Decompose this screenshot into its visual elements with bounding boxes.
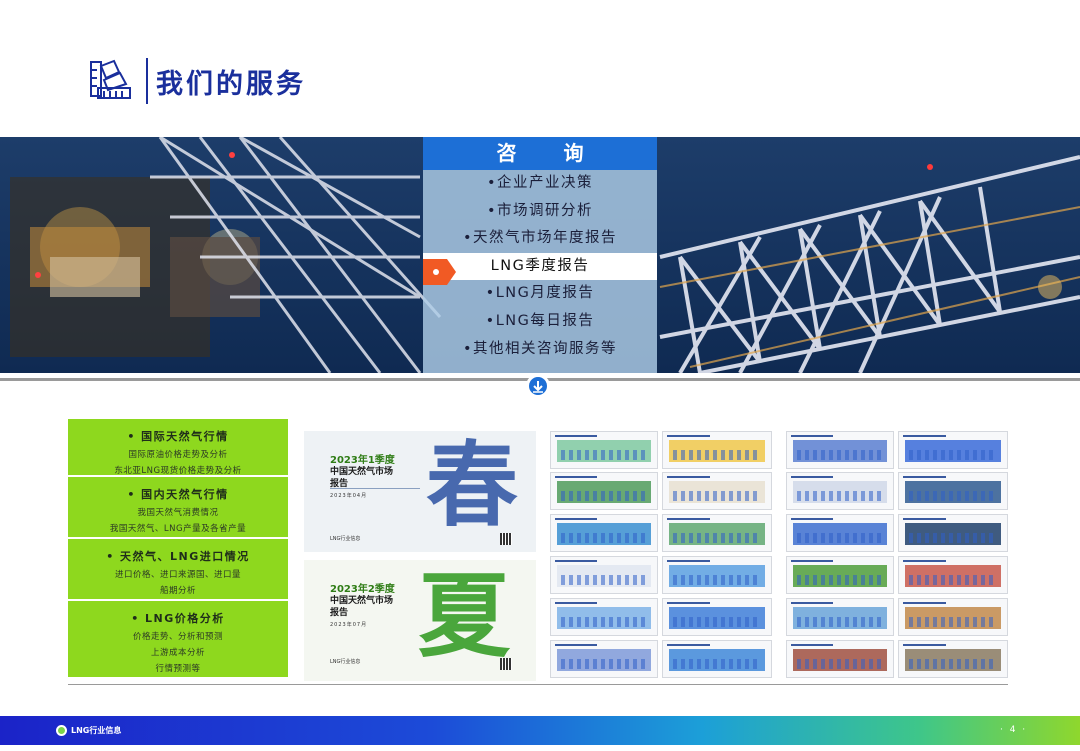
- report-page-thumbnail[interactable]: [550, 431, 658, 469]
- cover-brand: LNG行业信息: [330, 536, 361, 542]
- category-title: • 国际天然气行情: [127, 430, 229, 443]
- consult-menu-item[interactable]: •市场调研分析: [423, 198, 657, 226]
- category-price: • LNG价格分析 价格走势、分析和预测 上游成本分析 行情预测等: [68, 601, 288, 677]
- report-page-thumbnail[interactable]: [662, 556, 772, 594]
- page-title: 我们的服务: [156, 69, 306, 100]
- report-page-thumbnail[interactable]: [898, 431, 1008, 469]
- services-icon: [88, 58, 132, 102]
- category-line: 我国天然气、LNG产量及各省产量: [109, 524, 247, 534]
- consult-menu-item-active[interactable]: LNG季度报告: [423, 252, 657, 281]
- report-page-thumbnail[interactable]: [898, 640, 1008, 678]
- report-cover-q2[interactable]: 2023年2季度 中国天然气市场 报告 2023年07月 夏 LNG行业信息: [304, 560, 536, 681]
- category-domestic: • 国内天然气行情 我国天然气消费情况 我国天然气、LNG产量及各省产量: [68, 477, 288, 537]
- consult-menu-item[interactable]: •LNG月度报告: [423, 280, 657, 308]
- cover-brand: LNG行业信息: [330, 659, 361, 665]
- report-page-thumbnail[interactable]: [550, 472, 658, 510]
- footer-bar: LNG行业信息 · 4 ·: [0, 716, 1080, 745]
- category-line: 行情预测等: [155, 664, 201, 674]
- report-page-thumbnail[interactable]: [898, 514, 1008, 552]
- consult-menu-item[interactable]: •其他相关咨询服务等: [423, 336, 657, 364]
- report-page-thumbnail[interactable]: [898, 598, 1008, 636]
- category-international: • 国际天然气行情 国际原油价格走势及分析 东北亚LNG现货价格走势及分析: [68, 419, 288, 476]
- page-number: · 4 ·: [1000, 725, 1028, 735]
- down-arrow-icon: [526, 374, 550, 398]
- cover-date: 2023年04月: [330, 493, 368, 499]
- report-page-thumbnail[interactable]: [786, 431, 894, 469]
- report-page-thumbnail[interactable]: [786, 472, 894, 510]
- report-page-thumbnail[interactable]: [662, 431, 772, 469]
- category-imports: • 天然气、LNG进口情况 进口价格、进口来源国、进口量 船期分析: [68, 539, 288, 599]
- report-page-thumbnail[interactable]: [550, 556, 658, 594]
- report-page-thumbnail[interactable]: [662, 598, 772, 636]
- report-page-thumbnail[interactable]: [662, 514, 772, 552]
- cover-divider: [330, 488, 420, 489]
- footer-brand: LNG行业信息: [71, 726, 122, 735]
- qr-code-icon: [500, 533, 512, 545]
- cover-summer-character: 夏: [418, 562, 511, 670]
- report-page-thumbnail[interactable]: [662, 472, 772, 510]
- category-line: 东北亚LNG现货价格走势及分析: [114, 466, 242, 476]
- consult-menu-item[interactable]: •天然气市场年度报告: [423, 225, 657, 253]
- report-page-thumbnail[interactable]: [550, 598, 658, 636]
- consult-menu-item[interactable]: •企业产业决策: [423, 170, 657, 198]
- report-page-thumbnail[interactable]: [898, 556, 1008, 594]
- logo-icon: [56, 725, 67, 736]
- report-page-thumbnail[interactable]: [550, 514, 658, 552]
- cover-title: 报告: [330, 608, 349, 618]
- qr-code-icon: [500, 658, 512, 670]
- category-line: 船期分析: [159, 586, 196, 596]
- consult-menu: 咨 询 •企业产业决策 •市场调研分析 •天然气市场年度报告 LNG季度报告 •…: [423, 137, 657, 373]
- report-cover-q1[interactable]: 2023年1季度 中国天然气市场 报告 2023年04月 春 LNG行业信息: [304, 431, 536, 552]
- service-categories: • 国际天然气行情 国际原油价格走势及分析 东北亚LNG现货价格走势及分析 • …: [68, 419, 288, 677]
- report-page-thumbnail[interactable]: [786, 640, 894, 678]
- category-title: • 天然气、LNG进口情况: [106, 550, 250, 563]
- consult-menu-title: 咨 询: [423, 137, 657, 170]
- category-line: 价格走势、分析和预测: [132, 632, 223, 642]
- bottom-divider: [68, 684, 1008, 685]
- header-separator: [146, 58, 148, 104]
- active-bullet-icon: [423, 259, 457, 285]
- report-page-thumbnail[interactable]: [786, 598, 894, 636]
- consult-menu-item[interactable]: •LNG每日报告: [423, 308, 657, 336]
- category-line: 我国天然气消费情况: [137, 508, 219, 518]
- category-title: • 国内天然气行情: [127, 488, 229, 501]
- category-line: 上游成本分析: [150, 648, 205, 658]
- cover-date: 2023年07月: [330, 622, 368, 628]
- category-title: • LNG价格分析: [131, 612, 225, 625]
- report-page-thumbnail[interactable]: [662, 640, 772, 678]
- cover-spring-character: 春: [426, 431, 519, 539]
- report-page-thumbnail[interactable]: [550, 640, 658, 678]
- category-line: 国际原油价格走势及分析: [128, 450, 228, 460]
- category-line: 进口价格、进口来源国、进口量: [114, 570, 241, 580]
- report-page-thumbnail[interactable]: [786, 556, 894, 594]
- report-page-thumbnail[interactable]: [898, 472, 1008, 510]
- report-page-thumbnail[interactable]: [786, 514, 894, 552]
